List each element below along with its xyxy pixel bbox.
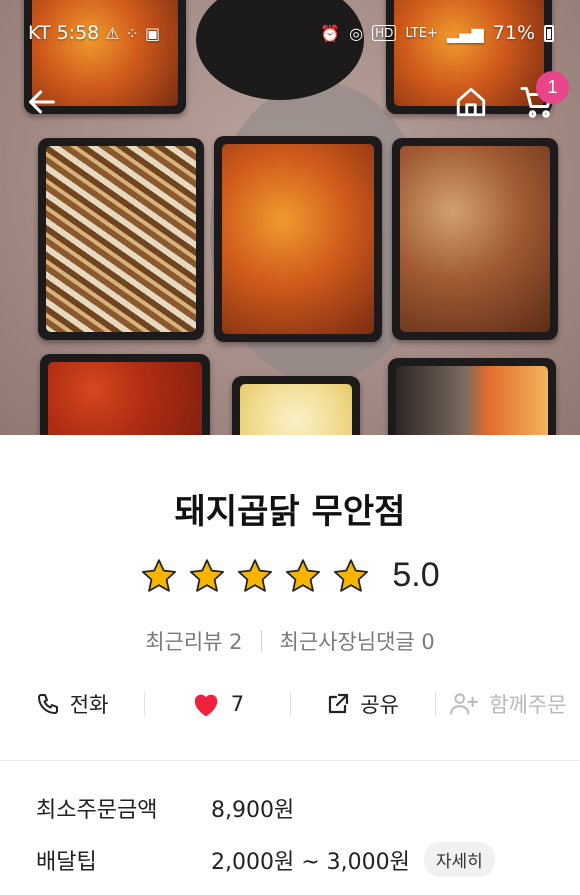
delivery-tip-value: 2,000원 ~ 3,000원 [211,849,410,875]
delivery-tip-row: 배달팁 2,000원 ~ 3,000원 자세히 [36,842,556,877]
carrier-label: KT [28,22,51,44]
min-order-row: 최소주문금액 8,900원 [36,792,556,824]
divider [260,630,262,652]
apps-icon: ⁘ [125,23,140,43]
rating-value: 5.0 [392,556,440,594]
star-icon [286,558,321,592]
warning-icon: ⚠ [105,23,120,43]
share-label: 공유 [360,693,399,717]
food-tray [214,136,382,342]
min-order-value: 8,900원 [211,798,295,823]
food-tray [388,358,556,435]
gallery-icon: ▣ [145,23,161,43]
delivery-tip-label: 배달팁 [36,849,97,875]
signal-icon: ▂▄▆ [446,23,484,43]
status-bar: KT 5:58 ⚠ ⁘ ▣ ⏰ ◎ HD LTE+ ▂▄▆ 71% [0,0,580,70]
store-action-bar: 전화 7 공유 함께주문 [0,682,580,726]
battery-icon [544,24,554,42]
network-label: LTE+ [405,25,438,41]
store-rating: 5.0 [0,556,580,595]
review-summary: 최근리뷰 2 최근사장님댓글 0 [0,626,580,656]
clock: 5:58 [56,22,100,44]
cart-count-badge: 1 [536,71,569,104]
hd-icon: HD [372,25,397,41]
battery-percent: 71% [492,22,535,44]
star-icon [142,558,177,592]
back-button[interactable] [20,80,64,124]
add-person-icon [450,693,479,715]
food-tray [392,138,558,340]
section-divider [0,760,580,761]
home-icon [456,87,486,117]
phone-icon [37,694,58,714]
share-icon [329,693,349,714]
home-button[interactable] [449,80,493,124]
wifi-icon: ◎ [349,23,364,43]
star-icon [238,558,273,592]
like-button[interactable]: 7 [145,682,289,726]
heart-icon [194,694,217,717]
delivery-tip-detail-button[interactable]: 자세히 [423,842,495,877]
min-order-label: 최소주문금액 [36,798,158,823]
call-label: 전화 [69,693,109,717]
food-tray [38,138,204,340]
star-icon [334,558,369,592]
like-count: 7 [230,692,245,716]
star-icon [190,558,225,592]
arrow-left-icon [29,90,55,114]
alarm-icon: ⏰ [320,23,341,43]
recent-reviews-link[interactable]: 최근리뷰 2 [145,626,242,656]
store-name: 돼지곱닭 무안점 [174,492,406,532]
food-tray [232,376,360,435]
food-tray [40,354,210,435]
group-order-button[interactable]: 함께주문 [436,682,580,726]
group-order-label: 함께주문 [489,693,567,717]
call-button[interactable]: 전화 [0,682,144,726]
owner-comments-link[interactable]: 최근사장님댓글 0 [280,626,435,656]
share-button[interactable]: 공유 [291,682,435,726]
